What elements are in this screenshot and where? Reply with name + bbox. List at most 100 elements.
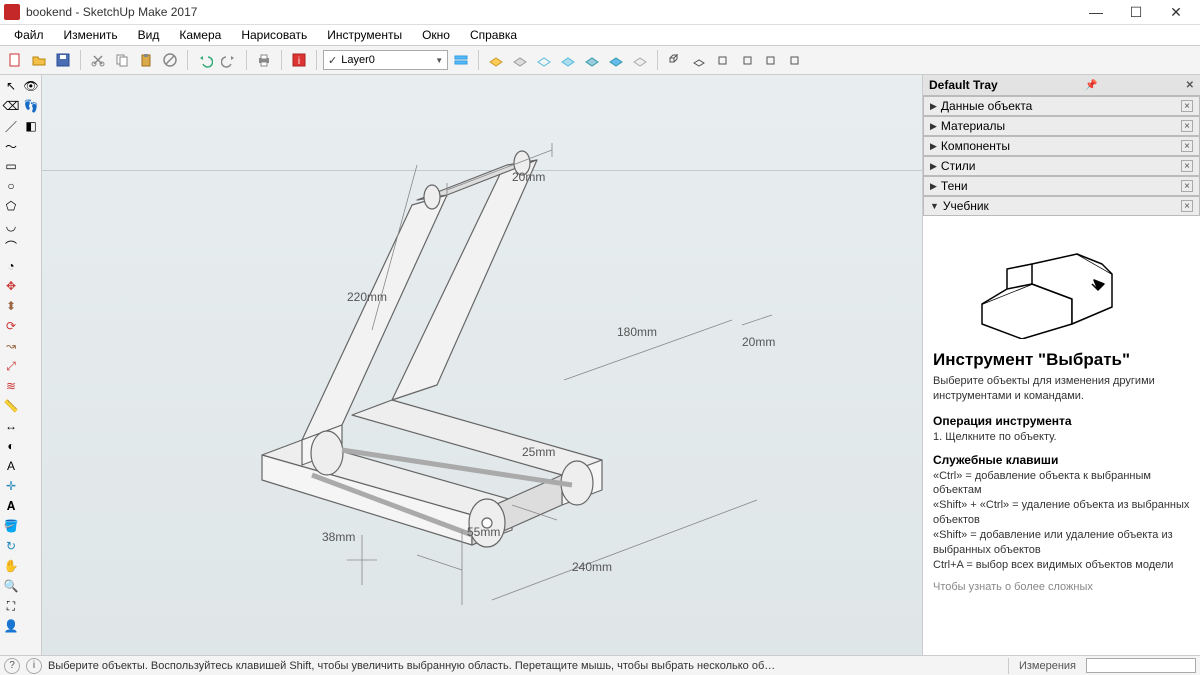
dimension-label: 20mm <box>512 170 545 184</box>
arc-tool-icon[interactable]: ◡ <box>2 217 20 235</box>
svg-text:i: i <box>298 56 300 67</box>
view-front-icon[interactable] <box>712 49 734 71</box>
orbit-tool-icon[interactable]: ↻ <box>2 537 20 555</box>
polygon-tool-icon[interactable]: ⬠ <box>2 197 20 215</box>
pan-tool-icon[interactable]: ✋ <box>2 557 20 575</box>
followme-tool-icon[interactable]: ↝ <box>2 337 20 355</box>
tape-tool-icon[interactable]: 📏 <box>2 397 20 415</box>
view-left-icon[interactable] <box>784 49 806 71</box>
line-tool-icon[interactable]: ／ <box>2 117 20 135</box>
layer-selector[interactable]: ✓ Layer0 ▼ <box>323 50 448 70</box>
pin-icon[interactable]: 📌 <box>1085 80 1097 91</box>
tray-panel-instructor[interactable]: ▼Учебник× <box>923 196 1200 216</box>
menu-window[interactable]: Окно <box>414 26 458 44</box>
copy-icon[interactable] <box>111 49 133 71</box>
delete-icon[interactable] <box>159 49 181 71</box>
undo-icon[interactable] <box>194 49 216 71</box>
view-mono-icon[interactable] <box>629 49 651 71</box>
view-right-icon[interactable] <box>736 49 758 71</box>
open-file-icon[interactable] <box>28 49 50 71</box>
tray-panel-shadows[interactable]: ▶Тени× <box>923 176 1200 196</box>
viewport[interactable]: 20mm 220mm 180mm 20mm 25mm 55mm 38mm 240… <box>42 75 922 655</box>
menu-draw[interactable]: Нарисовать <box>233 26 315 44</box>
arc2-tool-icon[interactable]: ⌒ <box>2 237 20 255</box>
zoom-tool-icon[interactable]: 🔍 <box>2 577 20 595</box>
panel-close-icon[interactable]: × <box>1181 120 1193 132</box>
dimension-label: 20mm <box>742 335 775 349</box>
view-hidden-icon[interactable] <box>557 49 579 71</box>
view-top-icon[interactable] <box>688 49 710 71</box>
tray-panel-materials[interactable]: ▶Материалы× <box>923 116 1200 136</box>
tray-close-icon[interactable]: ✕ <box>1186 80 1194 91</box>
dimension-tool-icon[interactable]: ↔ <box>2 417 20 435</box>
maximize-button[interactable]: ☐ <box>1116 0 1156 24</box>
minimize-button[interactable]: — <box>1076 0 1116 24</box>
paint-tool-icon[interactable]: 🪣 <box>2 517 20 535</box>
instructor-op-step: 1. Щелкните по объекту. <box>933 430 1190 445</box>
layer-name: Layer0 <box>341 54 431 66</box>
layer-manager-icon[interactable] <box>450 49 472 71</box>
eraser-tool-icon[interactable]: ⌫ <box>2 97 20 115</box>
menu-view[interactable]: Вид <box>130 26 168 44</box>
print-icon[interactable] <box>253 49 275 71</box>
tray-header[interactable]: Default Tray 📌 ✕ <box>923 75 1200 96</box>
pie-tool-icon[interactable]: ◔ <box>2 257 20 275</box>
info-icon[interactable]: i <box>26 658 42 674</box>
paste-icon[interactable] <box>135 49 157 71</box>
rectangle-tool-icon[interactable]: ▭ <box>2 157 20 175</box>
3dtext-tool-icon[interactable]: 𝐀 <box>2 497 20 515</box>
circle-tool-icon[interactable]: ○ <box>2 177 20 195</box>
view-wireframe-icon[interactable] <box>533 49 555 71</box>
close-button[interactable]: ✕ <box>1156 0 1196 24</box>
instructor-key: «Ctrl» = добавление объекта к выбранным … <box>933 469 1190 499</box>
position-camera-icon[interactable]: 👤 <box>2 617 20 635</box>
redo-icon[interactable] <box>218 49 240 71</box>
view-shaded-icon[interactable] <box>581 49 603 71</box>
view-iso-icon[interactable] <box>664 49 686 71</box>
menu-help[interactable]: Справка <box>462 26 525 44</box>
rotate-tool-icon[interactable]: ⟳ <box>2 317 20 335</box>
pushpull-tool-icon[interactable]: ⬍ <box>2 297 20 315</box>
help-icon[interactable]: ? <box>4 658 20 674</box>
save-icon[interactable] <box>52 49 74 71</box>
panel-close-icon[interactable]: × <box>1181 140 1193 152</box>
text-tool-icon[interactable]: A <box>2 457 20 475</box>
status-text: Выберите объекты. Воспользуйтесь клавише… <box>48 660 1002 672</box>
panel-close-icon[interactable]: × <box>1181 100 1193 112</box>
freehand-tool-icon[interactable]: 〜 <box>2 137 20 155</box>
menubar: Файл Изменить Вид Камера Нарисовать Инст… <box>0 25 1200 45</box>
dimension-label: 220mm <box>347 290 387 304</box>
offset-tool-icon[interactable]: ≋ <box>2 377 20 395</box>
tray-panel-styles[interactable]: ▶Стили× <box>923 156 1200 176</box>
dimension-label: 240mm <box>572 560 612 574</box>
view-back2-icon[interactable] <box>760 49 782 71</box>
axes-tool-icon[interactable]: ✛ <box>2 477 20 495</box>
protractor-tool-icon[interactable]: ◐ <box>2 437 20 455</box>
menu-file[interactable]: Файл <box>6 26 52 44</box>
panel-close-icon[interactable]: × <box>1181 200 1193 212</box>
tray-panel-components[interactable]: ▶Компоненты× <box>923 136 1200 156</box>
menu-edit[interactable]: Изменить <box>56 26 126 44</box>
select-tool-icon[interactable]: ↖ <box>2 77 20 95</box>
measurements-input[interactable] <box>1086 658 1196 673</box>
new-file-icon[interactable] <box>4 49 26 71</box>
view-xray-icon[interactable] <box>485 49 507 71</box>
dimension-label: 180mm <box>617 325 657 339</box>
view-shaded-tex-icon[interactable] <box>605 49 627 71</box>
tray-panel-entity[interactable]: ▶Данные объекта× <box>923 96 1200 116</box>
look-around-icon[interactable]: 👁 <box>22 77 40 95</box>
dimension-label: 38mm <box>322 530 355 544</box>
window-title: bookend - SketchUp Make 2017 <box>26 5 1076 19</box>
menu-camera[interactable]: Камера <box>171 26 229 44</box>
scale-tool-icon[interactable]: ⤢ <box>2 357 20 375</box>
cut-icon[interactable] <box>87 49 109 71</box>
menu-tools[interactable]: Инструменты <box>319 26 410 44</box>
zoom-extents-icon[interactable]: ⛶ <box>2 597 20 615</box>
walk-tool-icon[interactable]: 👣 <box>22 97 40 115</box>
panel-close-icon[interactable]: × <box>1181 180 1193 192</box>
model-info-icon[interactable]: i <box>288 49 310 71</box>
move-tool-icon[interactable]: ✥ <box>2 277 20 295</box>
view-back-icon[interactable] <box>509 49 531 71</box>
section-tool-icon[interactable]: ◧ <box>22 117 40 135</box>
panel-close-icon[interactable]: × <box>1181 160 1193 172</box>
